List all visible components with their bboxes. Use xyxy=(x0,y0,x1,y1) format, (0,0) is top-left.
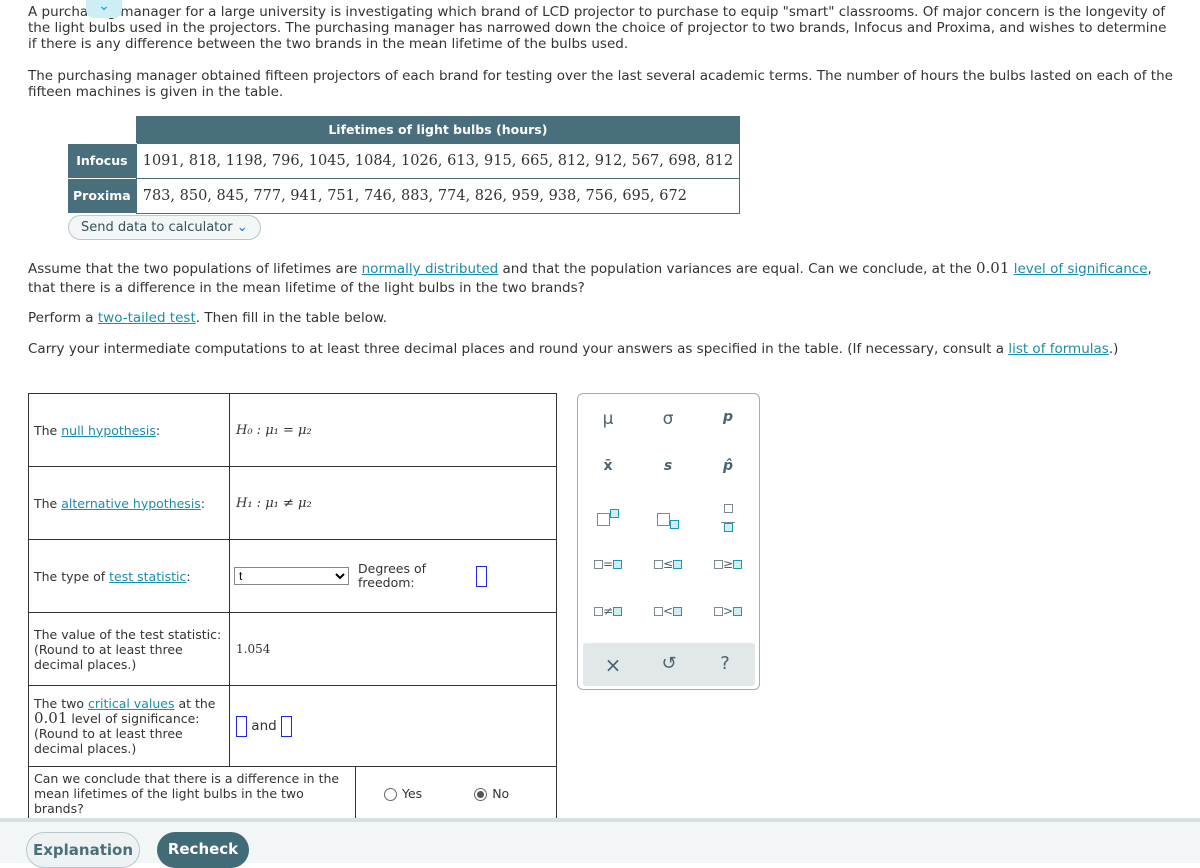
less-equal-key[interactable]: ≤ xyxy=(638,557,698,571)
undo-icon[interactable]: ↺ xyxy=(639,653,699,674)
greater-equal-key[interactable]: ≥ xyxy=(698,557,758,571)
superscript-key[interactable] xyxy=(578,509,638,529)
mu-key[interactable]: μ xyxy=(578,409,638,429)
send-data-button[interactable]: Send data to calculator ⌄ xyxy=(68,215,261,240)
critical-value-1-input[interactable] xyxy=(236,715,247,737)
table-row: Infocus 1091, 818, 1198, 796, 1045, 1084,… xyxy=(68,142,741,179)
sigma-key[interactable]: σ xyxy=(638,409,698,429)
critical-value-2-input[interactable] xyxy=(281,715,292,737)
question-paragraph: Assume that the two populations of lifet… xyxy=(28,259,1152,296)
yes-radio[interactable]: Yes xyxy=(384,786,422,801)
row-values: 783, 850, 845, 777, 941, 751, 746, 883, … xyxy=(135,177,741,214)
subscript-key[interactable] xyxy=(638,509,698,529)
test-statistic-value[interactable]: 1.054 xyxy=(236,613,556,685)
test-statistic-value-row: The value of the test statistic: (Round t… xyxy=(29,613,556,686)
s-key[interactable]: s xyxy=(638,458,698,474)
and-label: and xyxy=(251,718,277,734)
answer-table: The null hypothesis: H₀ : μ₁ = μ₂ The al… xyxy=(28,393,557,820)
bottom-bar: Explanation Recheck xyxy=(0,818,1200,868)
help-icon[interactable]: ? xyxy=(695,653,755,674)
test-statistic-select[interactable]: t xyxy=(234,567,349,585)
null-hypothesis-row: The null hypothesis: H₀ : μ₁ = μ₂ xyxy=(29,394,556,467)
greater-than-key[interactable]: > xyxy=(698,604,758,618)
table-row: Proxima 783, 850, 845, 777, 941, 751, 746… xyxy=(68,177,741,214)
two-tailed-test-link[interactable]: two-tailed test xyxy=(98,310,196,326)
p-key[interactable]: p xyxy=(698,409,758,425)
degrees-of-freedom-input[interactable] xyxy=(476,565,487,587)
alternative-hypothesis-row: The alternative hypothesis: H₁ : μ₁ ≠ μ₂ xyxy=(29,467,556,540)
critical-values-link[interactable]: critical values xyxy=(88,696,175,711)
list-of-formulas-link[interactable]: list of formulas xyxy=(1008,341,1109,357)
collapse-chevron-button[interactable]: ⌄ xyxy=(86,0,122,18)
test-statistic-link[interactable]: test statistic xyxy=(109,569,186,584)
data-table: Lifetimes of light bulbs (hours) Infocus… xyxy=(68,116,741,214)
intro-paragraph-1: A purchasing manager for a large univers… xyxy=(28,4,1167,52)
instruction-paragraph: Perform a two-tailed test. Then fill in … xyxy=(28,310,388,326)
alternative-hypothesis-value[interactable]: H₁ : μ₁ ≠ μ₂ xyxy=(236,467,556,539)
null-hypothesis-value[interactable]: H₀ : μ₁ = μ₂ xyxy=(236,394,556,466)
xbar-key[interactable]: x̄ xyxy=(578,458,638,474)
level-of-significance-link[interactable]: level of significance xyxy=(1014,261,1148,277)
row-values: 1091, 818, 1198, 796, 1045, 1084, 1026, … xyxy=(135,142,741,179)
clear-icon[interactable]: × xyxy=(583,653,643,677)
intro-paragraph-2: The purchasing manager obtained fifteen … xyxy=(28,68,1173,100)
palette-footer: × ↺ ? xyxy=(583,643,755,686)
rounding-paragraph: Carry your intermediate computations to … xyxy=(28,341,1119,357)
phat-key[interactable]: p̂ xyxy=(698,458,758,474)
critical-values-row: The two critical values at the 0.01 level… xyxy=(29,686,556,767)
less-than-key[interactable]: < xyxy=(638,604,698,618)
test-statistic-type-row: The type of test statistic: t Degrees of… xyxy=(29,540,556,613)
not-equal-key[interactable]: ≠ xyxy=(578,604,638,618)
null-hypothesis-link[interactable]: null hypothesis xyxy=(61,423,156,438)
table-header: Lifetimes of light bulbs (hours) xyxy=(136,116,740,143)
equals-key[interactable]: = xyxy=(578,557,638,571)
alternative-hypothesis-link[interactable]: alternative hypothesis xyxy=(61,496,201,511)
fraction-key[interactable] xyxy=(698,504,758,532)
normally-distributed-link[interactable]: normally distributed xyxy=(362,261,499,277)
no-radio[interactable]: No xyxy=(474,786,509,801)
degrees-of-freedom-label: Degrees of freedom: xyxy=(358,561,427,590)
conclusion-row: Can we conclude that there is a differen… xyxy=(29,767,556,820)
chevron-down-icon: ⌄ xyxy=(236,220,248,235)
row-label: Infocus xyxy=(68,142,137,178)
row-label: Proxima xyxy=(68,177,137,213)
